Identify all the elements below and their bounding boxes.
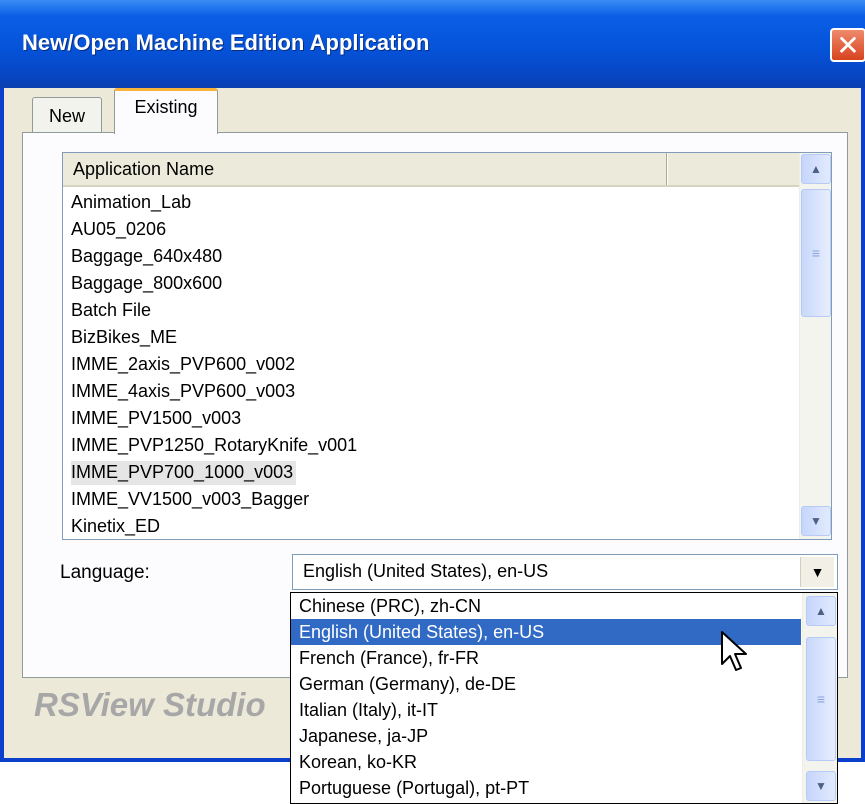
dropdown-scroll-up-button[interactable]: ▲ <box>806 596 836 626</box>
chevron-down-icon: ▼ <box>810 514 822 528</box>
list-item-label: IMME_2axis_PVP600_v002 <box>71 354 296 374</box>
list-item[interactable]: AU05_0206 <box>63 216 799 243</box>
list-item-label: BizBikes_ME <box>71 327 178 347</box>
list-item-label: IMME_PVP1250_RotaryKnife_v001 <box>71 435 358 455</box>
column-header-blank[interactable] <box>667 153 799 185</box>
list-item-label: IMME_PVP700_1000_v003 <box>71 461 297 485</box>
dropdown-arrow-icon: ▼ <box>810 564 825 580</box>
list-item[interactable]: IMME_PVP1250_RotaryKnife_v001 <box>63 432 799 459</box>
list-item[interactable]: Batch File <box>63 297 799 324</box>
list-item[interactable]: BizBikes_ME <box>63 324 799 351</box>
chevron-down-icon: ▼ <box>815 779 827 793</box>
scroll-thumb[interactable]: ≡ <box>801 189 831 317</box>
list-header: Application Name <box>63 153 799 187</box>
dropdown-scroll-thumb[interactable]: ≡ <box>806 637 836 761</box>
list-item-label: Animation_Lab <box>71 192 192 212</box>
dropdown-button[interactable]: ▼ <box>800 557 834 587</box>
list-item-label: Kinetix_ED <box>71 516 161 536</box>
list-item[interactable]: Baggage_800x600 <box>63 270 799 297</box>
close-button[interactable]: ✕ <box>830 28 865 62</box>
language-option[interactable]: Japanese, ja-JP <box>291 723 801 749</box>
list-item[interactable]: IMME_2axis_PVP600_v002 <box>63 351 799 378</box>
list-rows: Animation_Lab AU05_0206 Baggage_640x480 Bag… <box>63 189 799 539</box>
list-item[interactable]: Animation_Lab <box>63 189 799 216</box>
tab-existing-label: Existing <box>134 97 198 117</box>
language-value: English (United States), en-US <box>303 561 549 581</box>
title-bar[interactable]: New/Open Machine Edition Application ✕ <box>0 0 865 88</box>
list-item-label: Batch File <box>71 300 152 320</box>
list-item-label: IMME_4axis_PVP600_v003 <box>71 381 296 401</box>
list-item-label: IMME_VV1500_v003_Bagger <box>71 489 310 509</box>
dropdown-scroll-down-button[interactable]: ▼ <box>806 771 836 801</box>
list-item[interactable]: IMME_4axis_PVP600_v003 <box>63 378 799 405</box>
rsview-studio-watermark: RSView Studio <box>34 686 266 723</box>
close-icon: ✕ <box>836 29 860 61</box>
list-item-label: Baggage_800x600 <box>71 273 223 293</box>
language-options: Chinese (PRC), zh-CN English (United Stat… <box>291 593 801 801</box>
list-scrollbar[interactable]: ▲ ≡ ▼ <box>799 153 831 539</box>
tab-new[interactable]: New <box>32 97 102 135</box>
list-item-label: IMME_PV1500_v003 <box>71 408 242 428</box>
language-option[interactable]: Chinese (PRC), zh-CN <box>291 593 801 619</box>
tab-new-label: New <box>48 106 85 126</box>
list-item[interactable]: Baggage_640x480 <box>63 243 799 270</box>
chevron-up-icon: ▲ <box>815 604 827 618</box>
grip-icon: ≡ <box>816 691 826 707</box>
list-item-label: AU05_0206 <box>71 219 167 239</box>
language-dropdown-list[interactable]: Chinese (PRC), zh-CN English (United Stat… <box>290 592 838 804</box>
application-list[interactable]: Application Name Animation_Lab AU05_0206 B… <box>62 152 832 540</box>
mouse-cursor-icon <box>721 631 747 671</box>
tab-existing[interactable]: Existing <box>114 88 218 134</box>
list-item[interactable]: IMME_PVP700_1000_v003 <box>63 459 799 486</box>
language-label: Language: <box>60 562 150 583</box>
column-header-application-name[interactable]: Application Name <box>63 153 667 185</box>
language-option[interactable]: Italian (Italy), it-IT <box>291 697 801 723</box>
grip-icon: ≡ <box>811 245 821 261</box>
scroll-down-button[interactable]: ▼ <box>801 506 831 536</box>
scroll-up-button[interactable]: ▲ <box>801 154 831 184</box>
chevron-up-icon: ▲ <box>810 162 822 176</box>
list-item-label: Baggage_640x480 <box>71 246 223 266</box>
window-title: New/Open Machine Edition Application <box>22 30 430 55</box>
list-item[interactable]: Kinetix_ED <box>63 513 799 539</box>
list-item[interactable]: IMME_VV1500_v003_Bagger <box>63 486 799 513</box>
list-item[interactable]: IMME_PV1500_v003 <box>63 405 799 432</box>
dropdown-scrollbar[interactable]: ▲ ≡ ▼ <box>802 593 837 803</box>
language-option[interactable]: Korean, ko-KR <box>291 749 801 775</box>
language-select[interactable]: English (United States), en-US ▼ <box>292 554 838 590</box>
language-option[interactable]: Portuguese (Portugal), pt-PT <box>291 775 801 801</box>
